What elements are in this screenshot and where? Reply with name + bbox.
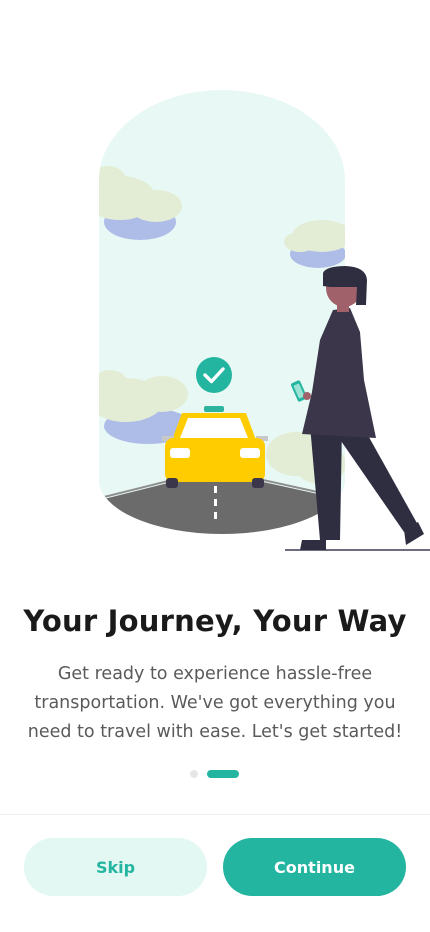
continue-button[interactable]: Continue <box>223 838 406 896</box>
page-indicator <box>0 770 430 778</box>
onboarding-description: Get ready to experience hassle-free tran… <box>27 664 403 742</box>
divider <box>0 814 430 815</box>
check-circle-icon <box>196 357 232 393</box>
skip-button[interactable]: Skip <box>24 838 207 896</box>
page-dot-2-active[interactable] <box>207 770 239 778</box>
page-title: Your Journey, Your Way <box>23 604 407 638</box>
page-dot-1[interactable] <box>190 770 198 778</box>
onboarding-illustration <box>0 0 430 560</box>
